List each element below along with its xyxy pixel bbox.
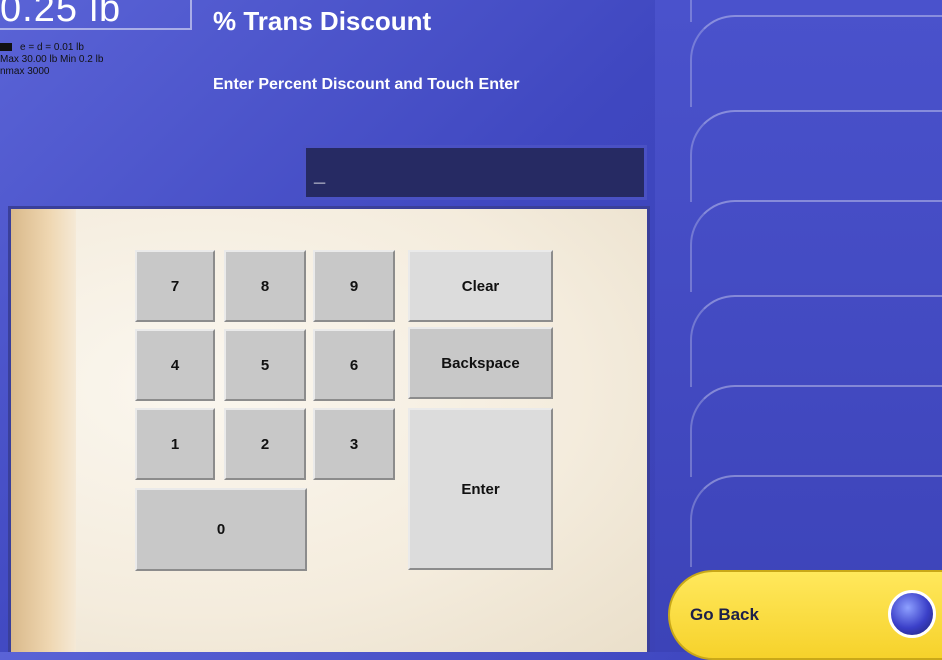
- go-back-label: Go Back: [690, 605, 759, 624]
- scale-info: e = d = 0.01 lb Max 30.00 lb Min 0.2 lb …: [0, 42, 103, 78]
- key-6[interactable]: 6: [313, 329, 395, 401]
- enter-button[interactable]: Enter: [408, 408, 553, 570]
- key-8[interactable]: 8: [224, 250, 306, 322]
- entry-value: _: [314, 164, 326, 186]
- key-0[interactable]: 0: [135, 488, 307, 571]
- scale-info-line: nmax 3000: [0, 66, 50, 77]
- scale-status-icon: [0, 43, 12, 52]
- panel-decor-line: [690, 15, 942, 107]
- go-back-button[interactable]: Go Back: [668, 570, 942, 660]
- key-2[interactable]: 2: [224, 408, 306, 480]
- key-7[interactable]: 7: [135, 250, 215, 322]
- panel-stripe: [11, 209, 76, 652]
- key-5[interactable]: 5: [224, 329, 306, 401]
- panel-decor-line: [690, 110, 942, 202]
- instruction-text: Enter Percent Discount and Touch Enter: [213, 76, 520, 93]
- key-1[interactable]: 1: [135, 408, 215, 480]
- scale-display: 0.25 lb: [0, 0, 192, 30]
- scale-weight: 0.25 lb: [0, 0, 122, 30]
- key-4[interactable]: 4: [135, 329, 215, 401]
- panel-decor-line: [690, 200, 942, 292]
- key-9[interactable]: 9: [313, 250, 395, 322]
- backspace-button[interactable]: Backspace: [408, 327, 553, 399]
- scale-info-line: e = d = 0.01 lb: [20, 42, 84, 53]
- round-button-icon: [888, 590, 936, 638]
- page-title: % Trans Discount: [213, 6, 432, 36]
- panel-decor-line: [690, 475, 942, 567]
- panel-decor-line: [690, 295, 942, 387]
- clear-button[interactable]: Clear: [408, 250, 553, 322]
- panel-decor-line: [690, 385, 942, 477]
- key-3[interactable]: 3: [313, 408, 395, 480]
- discount-entry-field[interactable]: _: [303, 145, 647, 200]
- scale-info-line: Max 30.00 lb Min 0.2 lb: [0, 54, 104, 65]
